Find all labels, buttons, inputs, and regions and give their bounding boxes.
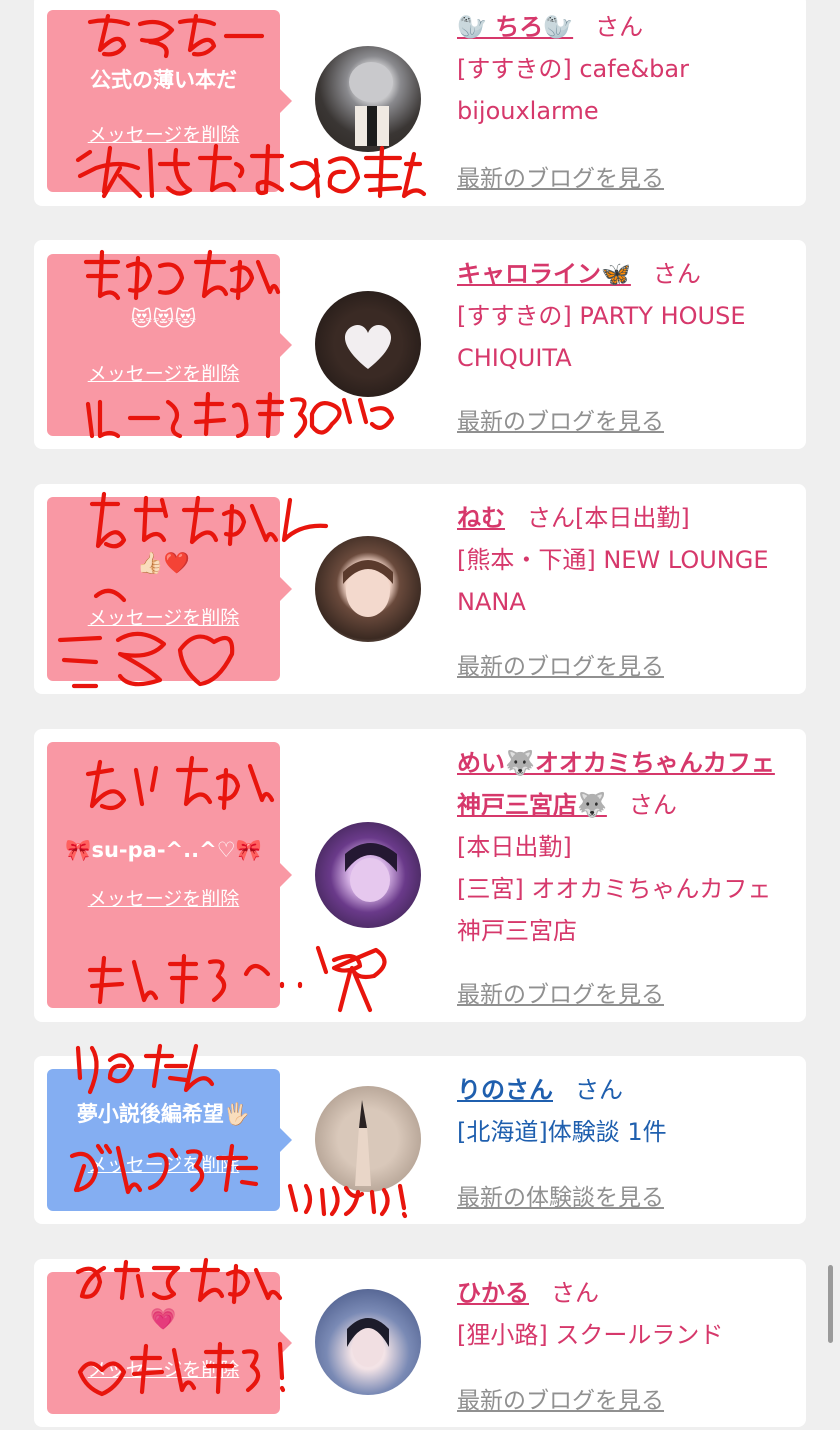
message-card: 公式の薄い本だ メッセージを削除 🦭 ちろ🦭 さん [すすきの] cafe&bar… (34, 0, 806, 206)
cast-info: めい🐺オオカミちゃんカフェ神戸三宮店🐺 さん [本日出勤] [三宮] オオカミちゃ… (457, 742, 792, 952)
cast-info: 🦭 ちろ🦭 さん [すすきの] cafe&bar bijouxlarme (457, 6, 792, 132)
avatar-image (343, 560, 393, 617)
message-bubble: 💗 メッセージを削除 (47, 1272, 292, 1414)
latest-experience-link[interactable]: 最新の体験談を見る (457, 1178, 664, 1212)
avatar[interactable] (315, 291, 421, 397)
message-bubble: 😻😻😻 メッセージを削除 (47, 254, 292, 436)
message-card: 👍🏻❤️ メッセージを削除 ねむ さん[本日出勤] [熊本・下通] NEW LOU… (34, 484, 806, 694)
message-text: 🎀su-pa-^..^♡🎀 (65, 837, 262, 862)
avatar[interactable] (315, 46, 421, 152)
avatar-image (344, 324, 392, 369)
shop-name: [狸小路] スクールランド (457, 1321, 724, 1349)
cast-name-link[interactable]: キャロライン🦋 (457, 260, 631, 288)
cast-name-link[interactable]: りのさん (457, 1076, 553, 1104)
message-text: 😻😻😻 (130, 306, 197, 331)
message-card: 💗 メッセージを削除 ひかる さん [狸小路] スクールランド 最新のブログを見る (34, 1259, 806, 1427)
status-text: [本日出勤] (457, 833, 572, 861)
latest-blog-link[interactable]: 最新のブログを見る (457, 159, 664, 193)
honorific: さん (595, 13, 644, 41)
avatar[interactable] (315, 536, 421, 642)
honorific: さん (551, 1279, 599, 1307)
message-text: 夢小説後編希望🖐🏻 (76, 1101, 251, 1126)
message-card: 🎀su-pa-^..^♡🎀 メッセージを削除 めい🐺オオカミちゃんカフェ神戸三宮… (34, 729, 806, 1022)
avatar-image (347, 1318, 389, 1367)
delete-message-link[interactable]: メッセージを削除 (88, 1355, 240, 1382)
message-bubble: 👍🏻❤️ メッセージを削除 (47, 497, 292, 681)
latest-blog-link[interactable]: 最新のブログを見る (457, 1381, 664, 1415)
avatar[interactable] (315, 822, 421, 928)
latest-blog-link[interactable]: 最新のブログを見る (457, 402, 664, 436)
shop-name: [三宮] オオカミちゃんカフェ神戸三宮店 (457, 875, 772, 945)
message-card: 😻😻😻 メッセージを削除 キャロライン🦋 さん [すすきの] PARTY HOUS… (34, 240, 806, 449)
shop-name: [すすきの] PARTY HOUSE CHIQUITA (457, 302, 746, 372)
avatar-image (345, 843, 397, 902)
cast-name-link[interactable]: 🦭 ちろ🦭 (457, 13, 573, 41)
delete-message-link[interactable]: メッセージを削除 (88, 1150, 240, 1177)
honorific: さん (575, 1076, 623, 1104)
cast-info: キャロライン🦋 さん [すすきの] PARTY HOUSE CHIQUITA (457, 253, 792, 379)
cast-name-link[interactable]: ねむ (457, 504, 505, 532)
cast-info: りのさん さん [北海道]体験談 1件 (457, 1069, 792, 1153)
honorific: さん (652, 260, 701, 288)
shop-name: [熊本・下通] NEW LOUNGE NANA (457, 546, 769, 616)
delete-message-link[interactable]: メッセージを削除 (88, 359, 240, 386)
latest-blog-link[interactable]: 最新のブログを見る (457, 647, 664, 681)
avatar[interactable] (315, 1289, 421, 1395)
shop-name: [北海道]体験談 1件 (457, 1118, 667, 1146)
message-bubble: 公式の薄い本だ メッセージを削除 (47, 10, 292, 192)
delete-message-link[interactable]: メッセージを削除 (88, 884, 240, 911)
delete-message-link[interactable]: メッセージを削除 (88, 603, 240, 630)
honorific: さん (628, 791, 677, 819)
message-text: 💗 (150, 1306, 177, 1331)
cast-info: ひかる さん [狸小路] スクールランド (457, 1272, 792, 1356)
avatar-image (355, 1100, 371, 1186)
message-card: 夢小説後編希望🖐🏻 メッセージを削除 りのさん さん [北海道]体験談 1件 最新… (34, 1056, 806, 1224)
cast-name-link[interactable]: めい🐺オオカミちゃんカフェ神戸三宮店🐺 (457, 749, 775, 819)
message-bubble: 夢小説後編希望🖐🏻 メッセージを削除 (47, 1069, 292, 1211)
shop-name: [すすきの] cafe&bar bijouxlarme (457, 55, 689, 125)
honorific: さん[本日出勤] (527, 504, 690, 532)
cast-info: ねむ さん[本日出勤] [熊本・下通] NEW LOUNGE NANA (457, 497, 792, 623)
avatar-image (349, 62, 393, 146)
latest-blog-link[interactable]: 最新のブログを見る (457, 975, 664, 1009)
message-text: 👍🏻❤️ (137, 550, 190, 575)
message-bubble: 🎀su-pa-^..^♡🎀 メッセージを削除 (47, 742, 292, 1008)
avatar[interactable] (315, 1086, 421, 1192)
scrollbar-thumb[interactable] (828, 1265, 833, 1343)
delete-message-link[interactable]: メッセージを削除 (88, 120, 240, 147)
cast-name-link[interactable]: ひかる (457, 1279, 529, 1307)
message-text: 公式の薄い本だ (90, 67, 237, 92)
